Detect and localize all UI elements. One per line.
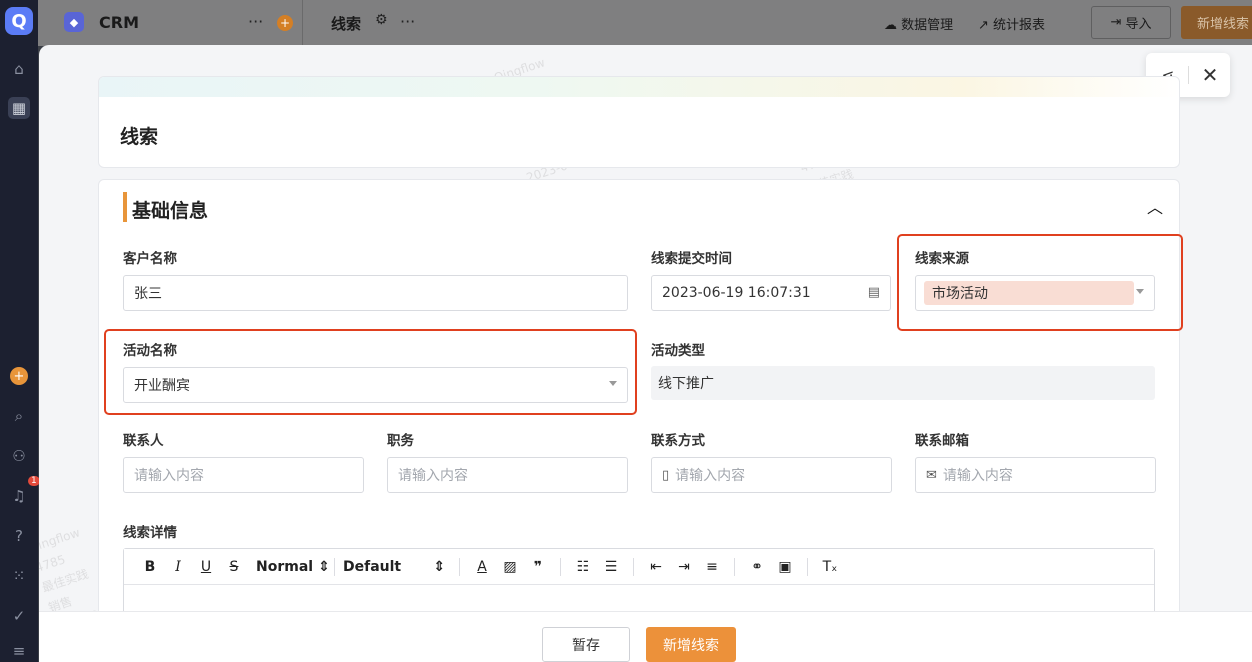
italic-button[interactable]: I [164, 554, 192, 580]
divider [302, 0, 303, 46]
image-button[interactable]: ▣ [771, 554, 799, 580]
import-button[interactable]: ⇥ 导入 [1091, 6, 1171, 39]
contact-label: 联系人 [123, 433, 164, 449]
section-title: 基础信息 [132, 200, 209, 222]
lead-form-modal: Qingflow4785最佳实践销售5756722023-06-19 Qingf… [39, 45, 1252, 662]
activity-name-select[interactable]: 开业酬宾 [123, 367, 628, 403]
position-input[interactable]: 请输入内容 [387, 457, 628, 493]
search-icon[interactable]: ⌕ [8, 405, 30, 427]
calendar-icon[interactable]: ▤ [868, 285, 880, 300]
bold-button[interactable]: B [136, 554, 164, 580]
grid-menu-icon[interactable]: ⁙ [8, 565, 30, 587]
page-title: 线索 [331, 15, 362, 33]
check-circle-icon[interactable]: ✓ [8, 605, 30, 627]
divider [334, 557, 335, 576]
position-label: 职务 [387, 433, 414, 449]
help-icon[interactable]: ? [8, 525, 30, 547]
contacts-icon[interactable]: ⚇ [8, 445, 30, 467]
email-icon: ✉ [926, 467, 937, 483]
indent-button[interactable]: ⇥ [670, 554, 698, 580]
divider [1188, 66, 1189, 84]
new-lead-button[interactable]: 新增线索 [1181, 6, 1252, 39]
contact-email-input[interactable]: ✉ 请输入内容 [915, 457, 1156, 493]
outdent-button[interactable]: ⇤ [642, 554, 670, 580]
form-title-card: 线索 [98, 76, 1180, 168]
strikethrough-button[interactable]: S [220, 554, 248, 580]
underline-button[interactable]: U [192, 554, 220, 580]
nav-data-manage[interactable]: ☁ 数据管理 [884, 14, 953, 33]
divider [560, 557, 561, 576]
form-footer: 暂存 新增线索 [39, 611, 1252, 662]
contact-method-label: 联系方式 [651, 433, 705, 449]
selected-tag: 市场活动 [924, 281, 1134, 305]
phone-icon: ▯ [662, 467, 670, 483]
notification-badge: 1 [28, 476, 40, 486]
app-logo[interactable]: Q [5, 7, 33, 35]
add-app-icon[interactable]: + [10, 367, 28, 385]
blockquote-button[interactable]: ❞ [524, 554, 552, 580]
clear-format-button[interactable]: Tₓ [816, 554, 844, 580]
ordered-list-button[interactable]: ☷ [569, 554, 597, 580]
app-topbar: ◆ CRM ··· + 线索 ⚙ ··· ☁ 数据管理 ↗ 统计报表 ⇥ 导入 … [38, 0, 1252, 46]
contact-method-input[interactable]: ▯ 请输入内容 [651, 457, 892, 493]
form-title: 线索 [120, 126, 159, 148]
heading-select[interactable]: Normal ⇕ [248, 554, 330, 580]
add-icon[interactable]: + [277, 15, 293, 31]
wrench-icon[interactable]: ⚙ [375, 12, 388, 28]
bullet-list-button[interactable]: ☰ [597, 554, 625, 580]
submit-time-input[interactable]: 2023-06-19 16:07:31 ▤ [651, 275, 891, 311]
dropdown-caret-icon[interactable] [1136, 289, 1144, 294]
link-button[interactable]: ⚭ [743, 554, 771, 580]
customer-name-input[interactable]: 张三 [123, 275, 628, 311]
nav-stats[interactable]: ↗ 统计报表 [978, 14, 1045, 33]
font-select[interactable]: Default ⇕ [343, 554, 451, 580]
workspace-icon: ◆ [64, 12, 84, 32]
section-accent [123, 192, 127, 222]
submit-time-label: 线索提交时间 [651, 251, 732, 267]
background-color-button[interactable]: ▨ [496, 554, 524, 580]
dropdown-caret-icon[interactable] [609, 381, 617, 386]
more-icon[interactable]: ··· [400, 12, 415, 31]
font-color-button[interactable]: A [468, 554, 496, 580]
divider [807, 557, 808, 576]
apps-grid-icon[interactable]: ▦ [8, 97, 30, 119]
title-gradient [99, 77, 1179, 97]
home-icon[interactable]: ⌂ [8, 58, 30, 80]
divider [734, 557, 735, 576]
close-icon[interactable]: ✕ [1198, 63, 1222, 87]
customer-name-label: 客户名称 [123, 251, 177, 267]
chevron-up-icon[interactable]: ︿ [1143, 194, 1167, 218]
app-sidebar: Q ⌂ ▦ + ⌕ ⚇ ♫ 1 ? ⁙ ✓ ≡ [0, 0, 40, 662]
editor-toolbar: B I U S Normal ⇕ Default ⇕ A ▨ ❞ ☷ ☰ ⇤ ⇥ … [124, 549, 1154, 585]
divider [633, 557, 634, 576]
bell-icon[interactable]: ♫ [8, 485, 30, 507]
workspace-name[interactable]: CRM [99, 13, 139, 32]
lead-source-label: 线索来源 [915, 251, 969, 267]
divider [459, 557, 460, 576]
activity-name-label: 活动名称 [123, 343, 177, 359]
align-button[interactable]: ≡ [698, 554, 726, 580]
lead-details-label: 线索详情 [123, 525, 177, 541]
basic-info-card: 基础信息 ︿ 客户名称 张三 线索提交时间 2023-06-19 16:07:3… [98, 179, 1183, 662]
contact-input[interactable]: 请输入内容 [123, 457, 364, 493]
more-icon[interactable]: ··· [248, 12, 263, 31]
contact-email-label: 联系邮箱 [915, 433, 969, 449]
activity-type-label: 活动类型 [651, 343, 705, 359]
submit-lead-button[interactable]: 新增线索 [646, 627, 736, 662]
lead-source-select[interactable]: 市场活动 [915, 275, 1155, 311]
save-draft-button[interactable]: 暂存 [542, 627, 630, 662]
expand-icon[interactable]: ≡ [8, 640, 30, 662]
activity-type-value: 线下推广 [651, 366, 1155, 400]
